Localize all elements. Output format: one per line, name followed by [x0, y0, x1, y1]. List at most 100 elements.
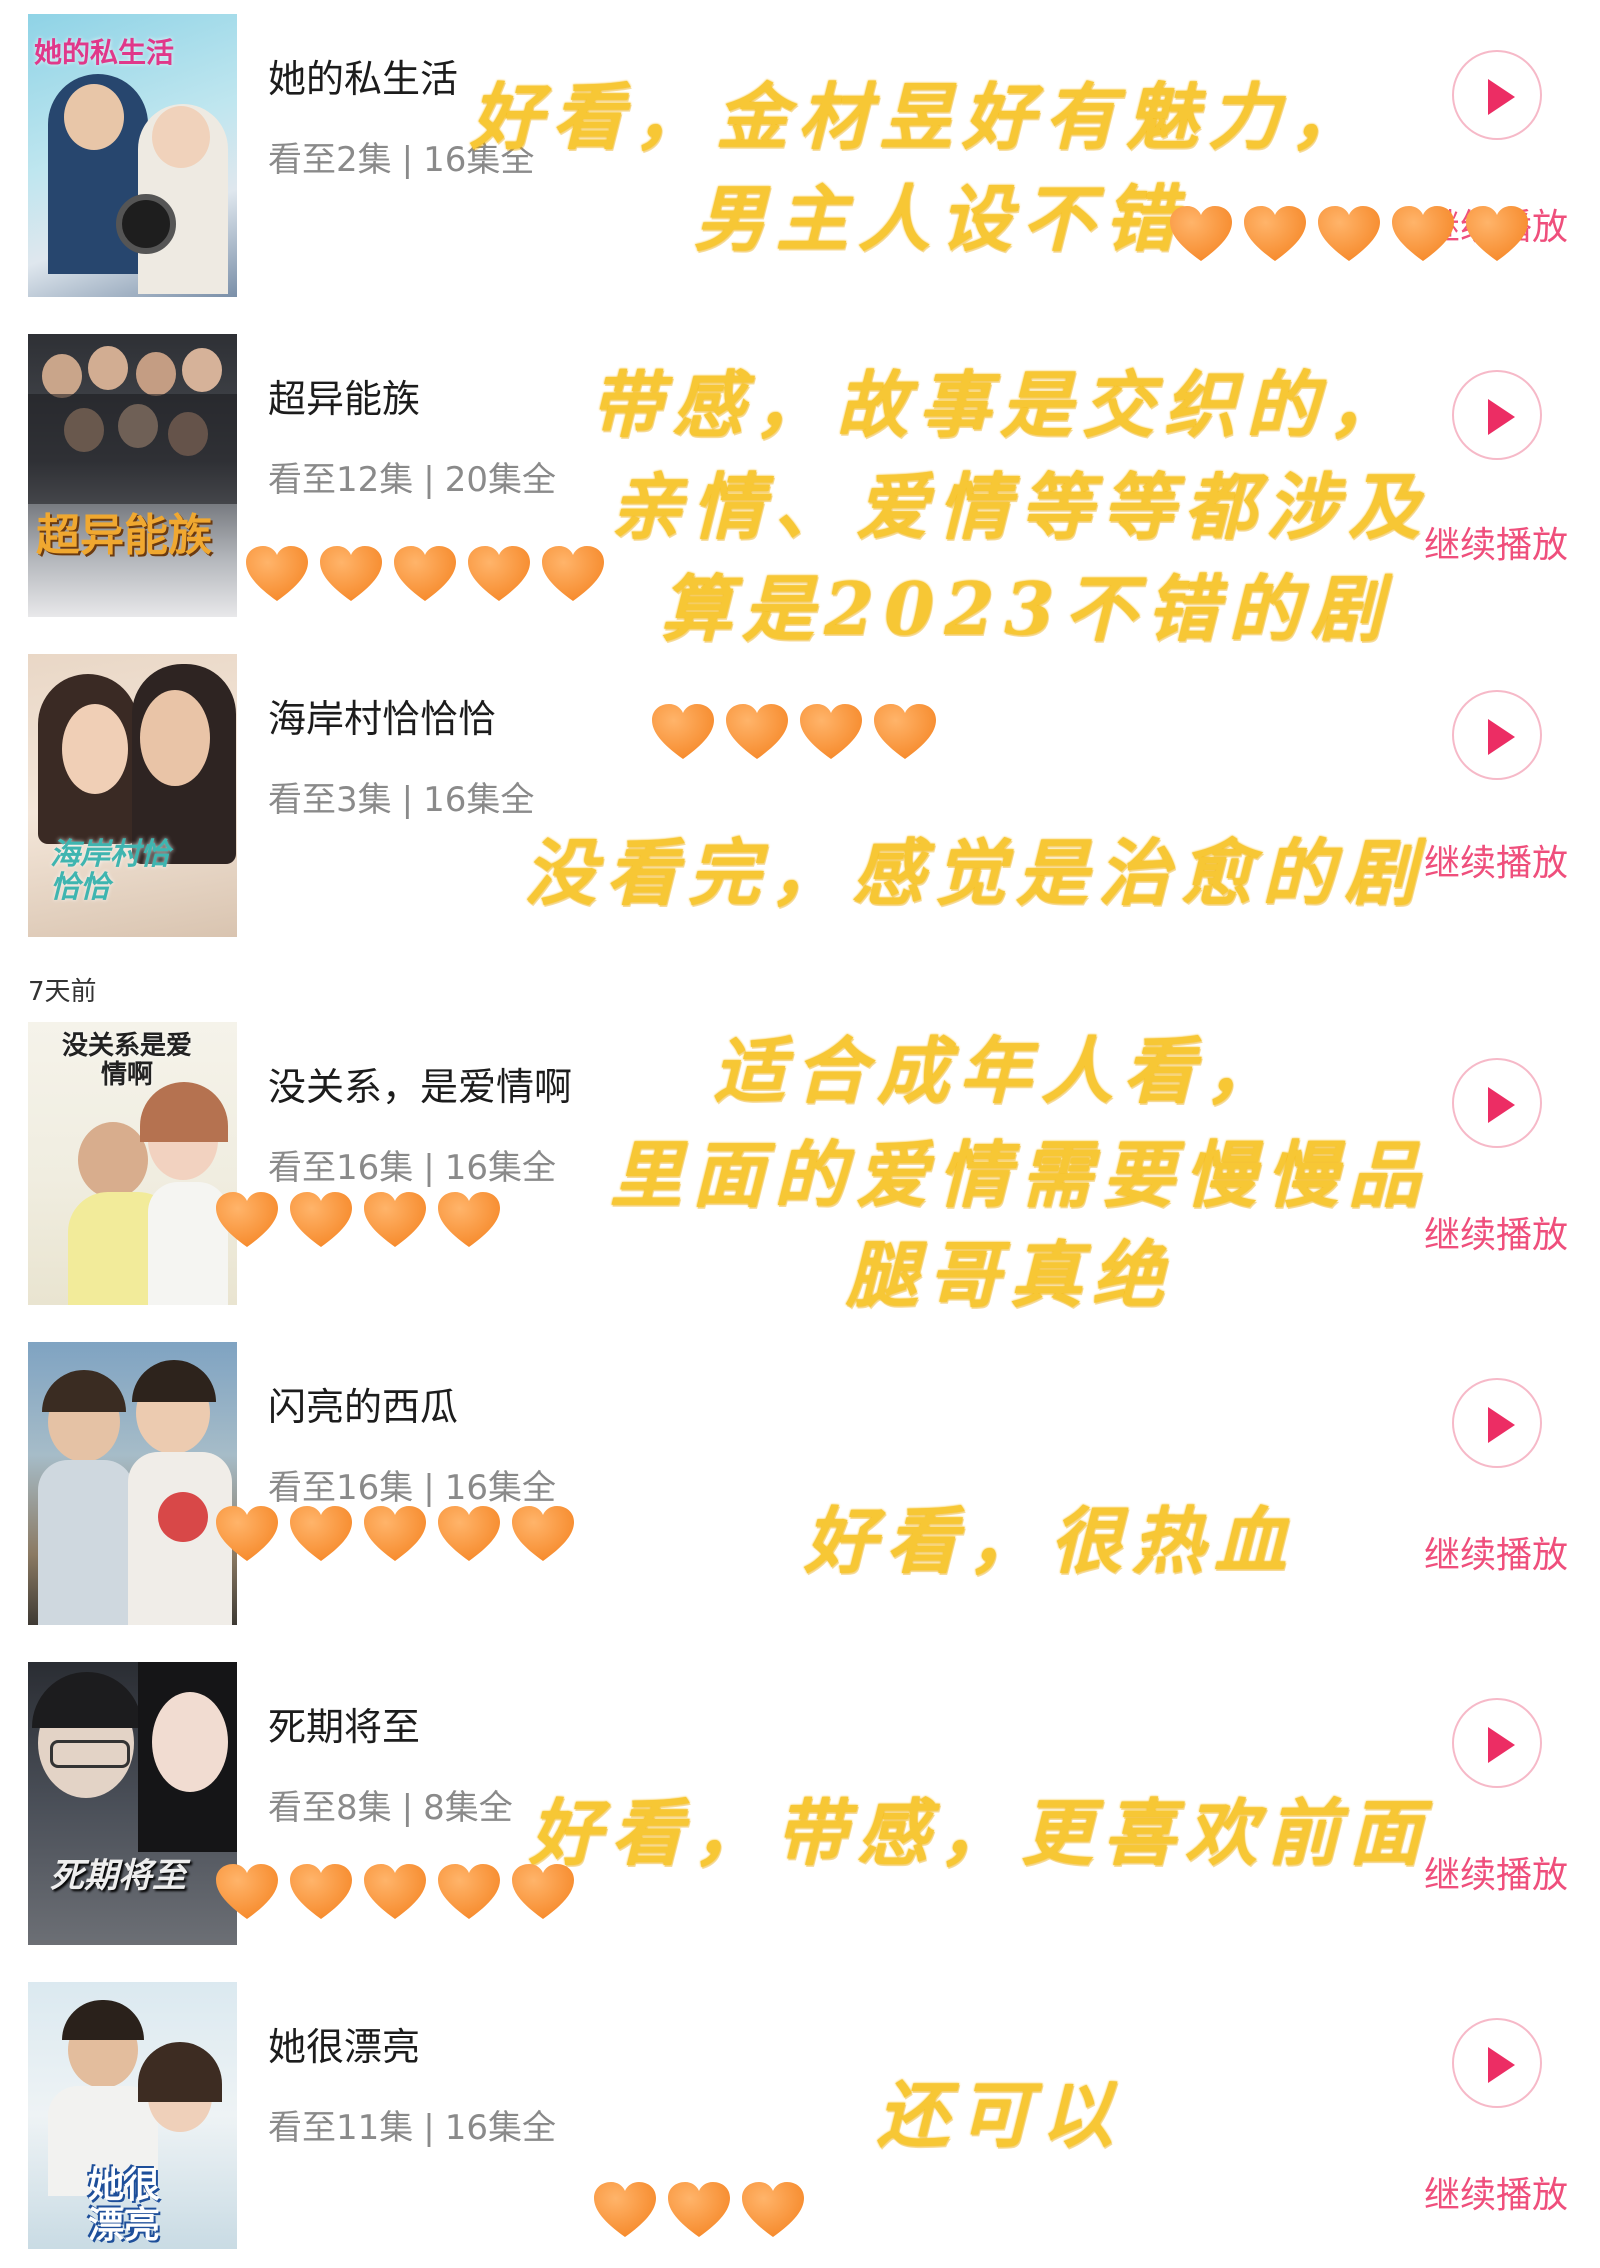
show-title[interactable]: 死期将至 [268, 1696, 420, 1751]
poster-image[interactable] [28, 1342, 237, 1625]
list-item[interactable]: 闪亮的西瓜 看至16集 | 16集全 继续播放 好看，很热血 [0, 1342, 1600, 1628]
poster-image[interactable]: 她很漂亮 [28, 1982, 237, 2249]
total-episodes: 8集全 [423, 1788, 513, 1828]
poster-title: 她很漂亮 [88, 2164, 161, 2246]
show-title[interactable]: 她的私生活 [268, 48, 458, 103]
total-episodes: 16集全 [444, 2108, 556, 2148]
watched-episodes: 看至16集 [268, 1148, 414, 1188]
poster-title: 海岸村恰恰恰 [50, 837, 170, 905]
total-episodes: 16集全 [444, 1148, 556, 1188]
heart-icon [244, 544, 310, 604]
continue-watching-link[interactable]: 继续播放 [1424, 1206, 1568, 1258]
separator: | [423, 1468, 435, 1508]
rating-hearts [650, 702, 938, 762]
show-title[interactable]: 没关系，是爱情啊 [268, 1056, 572, 1111]
list-item[interactable]: 超异能族 超异能族 看至12集 | 20集全 继续播放 带感，故事是交织的， 亲情、… [0, 334, 1600, 651]
handwritten-note-line: 腿哥真绝 [845, 1232, 1174, 1317]
poster-title: 没关系是爱情啊 [61, 1031, 192, 1090]
heart-icon [362, 1190, 428, 1250]
handwritten-note-line: 里面的爱情需要慢慢品 [609, 1132, 1430, 1217]
play-button[interactable] [1452, 2018, 1542, 2108]
heart-icon [650, 702, 716, 762]
poster-image[interactable]: 超异能族 [28, 334, 237, 617]
total-episodes: 16集全 [423, 780, 535, 820]
poster-image[interactable]: 死期将至 [28, 1662, 237, 1945]
handwritten-note-line: 好看，金材昱好有魅力， [470, 74, 1373, 159]
episode-progress: 看至12集 | 20集全 [268, 452, 556, 501]
total-episodes: 16集全 [444, 1468, 556, 1508]
play-icon [1488, 1087, 1515, 1123]
poster-title: 她的私生活 [34, 36, 175, 69]
continue-watching-link[interactable]: 继续播放 [1424, 1846, 1568, 1898]
heart-icon [392, 544, 458, 604]
play-button[interactable] [1452, 50, 1542, 140]
handwritten-note-line: 男主人设不错 [693, 176, 1186, 261]
heart-icon [214, 1862, 280, 1922]
play-button[interactable] [1452, 1698, 1542, 1788]
heart-icon [540, 544, 606, 604]
heart-icon [436, 1190, 502, 1250]
play-icon [1488, 1727, 1515, 1763]
heart-icon [1242, 204, 1308, 264]
rating-hearts [592, 2180, 806, 2240]
handwritten-note-line: 算是2023不错的剧 [660, 566, 1393, 651]
handwritten-note-line: 没看完，感觉是治愈的剧 [523, 830, 1426, 915]
separator: | [423, 1148, 435, 1188]
handwritten-note-line: 还可以 [876, 2072, 1123, 2157]
watched-episodes: 看至11集 [268, 2108, 414, 2148]
poster-title: 死期将至 [50, 1856, 186, 1896]
episode-progress: 看至11集 | 16集全 [268, 2100, 556, 2149]
show-title[interactable]: 她很漂亮 [268, 2016, 420, 2071]
heart-icon [1168, 204, 1234, 264]
total-episodes: 20集全 [444, 460, 556, 500]
heart-icon [592, 2180, 658, 2240]
continue-watching-link[interactable]: 继续播放 [1424, 2166, 1568, 2218]
rating-hearts [244, 544, 606, 604]
poster-image[interactable]: 海岸村恰恰恰 [28, 654, 237, 937]
play-icon [1488, 79, 1515, 115]
heart-icon [362, 1504, 428, 1564]
heart-icon [288, 1504, 354, 1564]
list-item[interactable]: 海岸村恰恰恰 海岸村恰恰恰 看至3集 | 16集全 继续播放 没看完，感觉是治愈的剧 [0, 654, 1600, 940]
handwritten-note-line: 亲情、爱情等等都涉及 [609, 464, 1430, 549]
list-item[interactable]: 她的私生活 她的私生活 看至2集|16集全 继续播放 好看，金材昱好有魅力， 男… [0, 14, 1600, 300]
poster-title: 超异能族 [36, 510, 212, 561]
heart-icon [466, 544, 532, 604]
play-button[interactable] [1452, 1378, 1542, 1468]
heart-icon [740, 2180, 806, 2240]
date-section-label: 7天前 [28, 977, 97, 1007]
rating-hearts [214, 1504, 576, 1564]
play-icon [1488, 1407, 1515, 1443]
poster-image[interactable]: 没关系是爱情啊 [28, 1022, 237, 1305]
heart-icon [318, 544, 384, 604]
separator: | [401, 1788, 414, 1828]
separator: | [423, 460, 435, 500]
list-item[interactable]: 没关系是爱情啊 没关系，是爱情啊 看至16集 | 16集全 继续播放 适合成年人看，… [0, 1022, 1600, 1317]
heart-icon [1316, 204, 1382, 264]
separator: | [423, 2108, 435, 2148]
play-icon [1488, 719, 1515, 755]
heart-icon [798, 702, 864, 762]
watched-episodes: 看至12集 [268, 460, 414, 500]
continue-watching-link[interactable]: 继续播放 [1424, 1526, 1568, 1578]
play-button[interactable] [1452, 690, 1542, 780]
handwritten-note-line: 好看，很热血 [803, 1498, 1296, 1583]
show-title[interactable]: 超异能族 [268, 368, 420, 423]
play-button[interactable] [1452, 1058, 1542, 1148]
handwritten-note-line: 好看，带感，更喜欢前面 [528, 1790, 1431, 1875]
episode-progress: 看至16集 | 16集全 [268, 1460, 556, 1509]
show-title[interactable]: 闪亮的西瓜 [268, 1376, 458, 1431]
heart-icon [436, 1862, 502, 1922]
handwritten-note-line: 适合成年人看， [712, 1028, 1287, 1113]
play-button[interactable] [1452, 370, 1542, 460]
show-title[interactable]: 海岸村恰恰恰 [268, 688, 496, 743]
list-item[interactable]: 她很漂亮 她很漂亮 看至11集 | 16集全 继续播放 还可以 [0, 1982, 1600, 2268]
handwritten-note-line: 带感，故事是交织的， [590, 362, 1411, 447]
episode-progress: 看至3集 | 16集全 [268, 772, 534, 821]
heart-icon [436, 1504, 502, 1564]
poster-image[interactable]: 她的私生活 [28, 14, 237, 297]
heart-icon [1390, 204, 1456, 264]
watched-episodes: 看至8集 [268, 1788, 392, 1828]
list-item[interactable]: 死期将至 死期将至 看至8集 | 8集全 继续播放 好看，带感，更喜欢前面 [0, 1662, 1600, 1948]
play-icon [1488, 399, 1515, 435]
